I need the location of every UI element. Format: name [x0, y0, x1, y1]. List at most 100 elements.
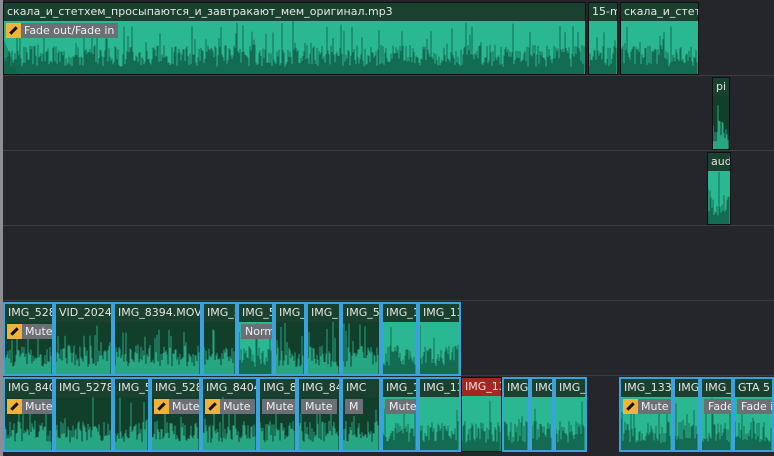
- magic-wand-icon: [154, 399, 169, 414]
- clip-w17[interactable]: IMG_ Fade: [700, 377, 733, 452]
- magic-wand-icon: [623, 399, 638, 414]
- waveform: [56, 397, 111, 450]
- clip-w7[interactable]: IMG_84 Mute: [297, 377, 341, 452]
- clip-w10[interactable]: IMG_13: [418, 377, 461, 452]
- clip-label: IMG_5: [343, 304, 379, 322]
- clip-label: IMG_5: [115, 379, 148, 397]
- clip-w12[interactable]: IMG: [502, 377, 530, 452]
- clip-label: GTA 5: [735, 379, 772, 397]
- effect-badge: Mute: [7, 399, 53, 414]
- clip-v8[interactable]: IMG_5: [341, 302, 381, 376]
- clip-v10[interactable]: IMG_13: [418, 302, 461, 376]
- magic-wand-icon: [7, 324, 22, 339]
- clip-label: IMG: [532, 379, 552, 397]
- clip-w16[interactable]: IMG: [673, 377, 700, 452]
- clip-label: IMG_8394.MOV: [115, 304, 200, 322]
- clip-v2[interactable]: VID_20241: [54, 302, 113, 376]
- effect-badge: Fade out/Fade in: [6, 23, 119, 38]
- waveform: [420, 322, 459, 374]
- effect-badge: Mute: [623, 399, 671, 414]
- waveform: [713, 96, 729, 149]
- clip-v4[interactable]: IMG_5: [202, 302, 237, 376]
- clip-label: скала_и_стетхем_просыпаются_и_завтракают…: [4, 3, 585, 21]
- clip-label: IMG_1335: [621, 379, 671, 397]
- audio-track-3[interactable]: [3, 151, 774, 226]
- clip-v5[interactable]: IMG_5 Norm: [237, 302, 274, 376]
- clip-w11[interactable]: IMG_13: [461, 377, 502, 452]
- clip-c1[interactable]: aud: [707, 152, 731, 225]
- magic-wand-icon: [7, 399, 22, 414]
- clip-label: IMG: [504, 379, 528, 397]
- waveform: [556, 397, 585, 450]
- clip-label: IMG_84: [299, 379, 339, 397]
- clip-w2[interactable]: IMG_5278.: [54, 377, 113, 452]
- effect-badge: Mute: [262, 399, 295, 414]
- waveform: [675, 397, 698, 450]
- clip-label: IMG: [675, 379, 698, 397]
- clip-label: VID_20241: [56, 304, 111, 322]
- magic-wand-icon: [6, 23, 21, 38]
- clip-label: IMG_840: [5, 379, 52, 397]
- clip-label: pi: [713, 78, 729, 96]
- clip-w5[interactable]: IMG_8404 Mute: [201, 377, 258, 452]
- waveform: [343, 322, 379, 374]
- clip-a3[interactable]: скала_и_стетх: [620, 2, 699, 75]
- clip-label: IMG_1: [383, 304, 416, 322]
- effect-badge-label: Norm: [245, 325, 274, 338]
- effect-badge: Mute: [205, 399, 255, 414]
- clip-v3[interactable]: IMG_8394.MOV: [113, 302, 202, 376]
- clip-w14[interactable]: IMG_: [554, 377, 587, 452]
- effect-badge-label: Mute: [223, 400, 251, 413]
- clip-w8[interactable]: IMC M: [341, 377, 381, 452]
- waveform: [204, 322, 235, 374]
- waveform: [708, 171, 730, 224]
- clip-a1[interactable]: скала_и_стетхем_просыпаются_и_завтракают…: [3, 2, 586, 75]
- waveform: [504, 397, 528, 450]
- clip-label: IMC: [343, 379, 379, 397]
- clip-w13[interactable]: IMG: [530, 377, 554, 452]
- waveform: [308, 322, 339, 374]
- clip-w15[interactable]: IMG_1335 Mute: [619, 377, 673, 452]
- effect-badge-label: Mute: [266, 400, 294, 413]
- effect-badge-label: M: [349, 400, 359, 413]
- clip-v9[interactable]: IMG_1: [381, 302, 418, 376]
- clip-label: 15-m: [589, 3, 617, 21]
- effect-badge-label: Mute: [25, 400, 53, 413]
- effect-badge-label: Mute: [305, 400, 333, 413]
- effect-badge-label: Mute: [25, 325, 53, 338]
- clip-v6[interactable]: IMG_: [274, 302, 306, 376]
- effect-badge-label: Fade: [708, 400, 733, 413]
- clip-w1[interactable]: IMG_840 Mute: [3, 377, 54, 452]
- waveform: [462, 396, 501, 451]
- empty-track[interactable]: [3, 226, 774, 301]
- clip-w6[interactable]: IMG_8 Mute: [258, 377, 297, 452]
- waveform: [383, 322, 416, 374]
- timeline[interactable]: скала_и_стетхем_просыпаются_и_завтракают…: [0, 0, 774, 456]
- clip-w18[interactable]: GTA 5 Fade in: [733, 377, 774, 452]
- clip-a2[interactable]: 15-m: [588, 2, 618, 75]
- clip-v7[interactable]: IMG_: [306, 302, 341, 376]
- clip-b1[interactable]: pi: [712, 77, 730, 150]
- clip-v1[interactable]: IMG_528 Mute: [3, 302, 54, 376]
- clip-label: IMG_13: [420, 379, 459, 397]
- effect-badge: M: [345, 399, 363, 414]
- clip-label: IMG_: [702, 379, 731, 397]
- clip-w4[interactable]: IMG_528 Mute: [150, 377, 201, 452]
- waveform: [420, 397, 459, 450]
- waveform: [115, 322, 200, 374]
- waveform: [115, 397, 148, 450]
- clip-label: IMG_5: [204, 304, 235, 322]
- effect-badge-label: Mute: [172, 400, 200, 413]
- effect-badge: Mute: [301, 399, 337, 414]
- clip-w3[interactable]: IMG_5: [113, 377, 150, 452]
- waveform: [621, 21, 698, 74]
- clip-label: скала_и_стетх: [621, 3, 698, 21]
- clip-label: aud: [708, 153, 730, 171]
- waveform: [276, 322, 304, 374]
- audio-track-2[interactable]: [3, 76, 774, 151]
- clip-label: IMG_: [556, 379, 585, 397]
- clip-w9[interactable]: IMG_1 Mute: [381, 377, 418, 452]
- effect-badge: Norm: [241, 324, 274, 339]
- effect-badge: Mute: [7, 324, 53, 339]
- effect-badge-label: Fade in: [741, 400, 774, 413]
